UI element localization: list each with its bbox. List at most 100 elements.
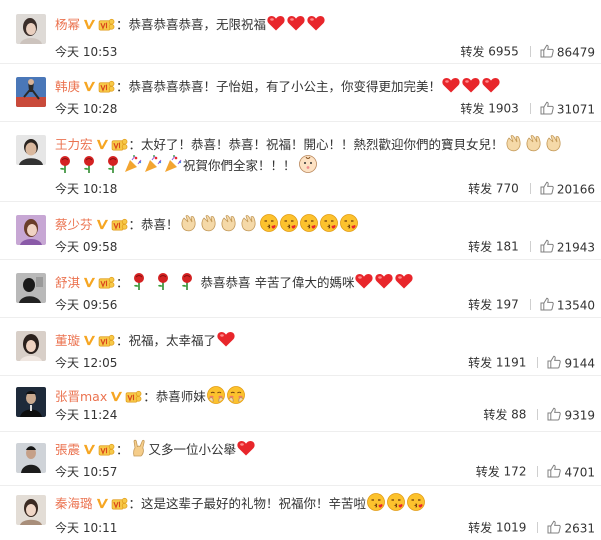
avatar[interactable] <box>16 331 46 361</box>
party-popper-icon <box>163 154 183 174</box>
comment-text-continued: 祝賀你們全家！！！ <box>182 158 296 173</box>
username-link[interactable]: 韩庚 <box>55 79 80 94</box>
comment-time: 今天 10:28 <box>55 102 118 116</box>
avatar[interactable] <box>16 495 46 525</box>
repost-button[interactable]: 转发 770 <box>468 181 519 197</box>
shy-face-icon <box>226 385 246 405</box>
verified-v-icon <box>83 80 96 93</box>
heart-icon <box>394 271 414 291</box>
party-popper-icon <box>123 154 143 174</box>
like-button[interactable]: 2631 <box>547 521 595 535</box>
username-link[interactable]: 董璇 <box>55 333 80 348</box>
divider <box>537 409 539 420</box>
username-link[interactable]: 杨幂 <box>55 17 80 32</box>
avatar[interactable] <box>16 135 46 165</box>
divider <box>529 241 531 252</box>
like-button[interactable]: 4701 <box>547 465 595 479</box>
like-button[interactable]: 31071 <box>540 102 595 116</box>
avatar[interactable] <box>16 14 46 44</box>
emoji-group <box>366 496 426 511</box>
verified-v-icon <box>83 18 96 31</box>
clapping-hands-icon <box>179 213 199 233</box>
heart-icon <box>441 75 461 95</box>
username-link[interactable]: 王力宏 <box>55 137 93 152</box>
like-count: 9319 <box>564 408 595 423</box>
comment-item: 杨幂 ：恭喜恭喜恭喜，无限祝福 今天 10:53 转发 6955 86479 <box>0 0 601 64</box>
username-link[interactable]: 张晋max <box>55 389 107 404</box>
comment-item: 蔡少芬 ：恭喜！ 今天 09:58 转发 181 21943 <box>0 202 601 260</box>
thumbs-up-icon <box>547 464 561 478</box>
baby-face-icon <box>298 154 318 174</box>
repost-button[interactable]: 转发 1019 <box>468 520 526 536</box>
rock-hand-icon <box>129 438 149 458</box>
vip-badge-icon <box>111 497 128 510</box>
comment-text-continued: 又多一位小公舉 <box>148 442 237 457</box>
username-link[interactable]: 蔡少芬 <box>55 217 93 232</box>
like-button[interactable]: 86479 <box>540 45 595 59</box>
like-button[interactable]: 13540 <box>540 298 595 312</box>
emoji-group <box>266 17 326 32</box>
avatar[interactable] <box>16 387 46 417</box>
heart-icon <box>236 438 256 458</box>
like-button[interactable]: 20166 <box>540 182 595 196</box>
repost-label: 转发 <box>468 298 493 312</box>
repost-button[interactable]: 转发 197 <box>468 297 519 313</box>
comment-time: 今天 10:11 <box>55 521 118 535</box>
comment-item: 王力宏 ：太好了！恭喜！恭喜！祝福！開心！！熱烈歡迎你們的寶貝女兒！ 祝賀你們全家… <box>0 122 601 202</box>
comment-text: ： <box>116 275 129 290</box>
rose-icon <box>129 271 149 291</box>
kissing-face-icon <box>339 213 359 233</box>
rose-icon <box>79 154 99 174</box>
heart-icon <box>266 13 286 33</box>
repost-label: 转发 <box>468 521 493 535</box>
comment-text: ：祝福，太幸福了 <box>116 333 217 348</box>
divider <box>537 522 539 533</box>
thumbs-up-icon <box>547 520 561 534</box>
like-button[interactable]: 21943 <box>540 240 595 254</box>
comment-text-continued: 恭喜恭喜 辛苦了偉大的媽咪 <box>200 275 355 290</box>
comment-item: 舒淇 ： 恭喜恭喜 辛苦了偉大的媽咪 今天 09:56 转发 197 13540 <box>0 260 601 318</box>
avatar[interactable] <box>16 443 46 473</box>
divider <box>537 357 539 368</box>
emoji-group <box>441 79 501 94</box>
repost-button[interactable]: 转发 1903 <box>460 101 519 117</box>
repost-label: 转发 <box>468 356 493 370</box>
kissing-face-icon <box>366 492 386 512</box>
username-link[interactable]: 秦海璐 <box>55 496 93 511</box>
comment-time: 今天 09:56 <box>55 298 118 312</box>
vip-badge-icon <box>98 334 115 347</box>
comment-item: 董璇 ：祝福，太幸福了 今天 12:05 转发 1191 9144 <box>0 318 601 376</box>
repost-button[interactable]: 转发 181 <box>468 239 519 255</box>
verified-v-icon <box>83 334 96 347</box>
clapping-hands-icon <box>199 213 219 233</box>
emoji-group <box>179 217 359 232</box>
like-count: 13540 <box>556 298 595 313</box>
like-button[interactable]: 9319 <box>547 408 595 422</box>
repost-button[interactable]: 转发 172 <box>475 464 527 480</box>
vip-badge-icon <box>111 138 128 151</box>
avatar[interactable] <box>16 215 46 245</box>
verified-v-icon <box>110 390 123 403</box>
heart-icon <box>374 271 394 291</box>
kissing-face-icon <box>319 213 339 233</box>
username-link[interactable]: 舒淇 <box>55 275 80 290</box>
rose-icon <box>153 271 173 291</box>
avatar[interactable] <box>16 77 46 107</box>
kissing-face-icon <box>386 492 406 512</box>
like-count: 20166 <box>556 182 595 197</box>
thumbs-up-icon <box>540 181 554 195</box>
comment-item: 韩庚 ：恭喜恭喜恭喜！子怡姐，有了小公主，你变得更加完美！ 今天 10:28 转发… <box>0 64 601 122</box>
repost-button[interactable]: 转发 1191 <box>468 355 526 371</box>
repost-label: 转发 <box>468 240 493 254</box>
repost-button[interactable]: 转发 88 <box>483 407 526 423</box>
avatar[interactable] <box>16 273 46 303</box>
heart-icon <box>354 271 374 291</box>
comment-item: 張震 ： 又多一位小公舉 今天 10:57 转发 172 4701 <box>0 432 601 486</box>
like-button[interactable]: 9144 <box>547 356 595 370</box>
repost-label: 转发 <box>475 465 500 479</box>
repost-button[interactable]: 转发 6955 <box>460 44 518 60</box>
rose-icon <box>177 271 197 291</box>
repost-count: 1903 <box>488 101 519 116</box>
username-link[interactable]: 張震 <box>55 442 80 457</box>
thumbs-up-icon <box>540 101 554 115</box>
